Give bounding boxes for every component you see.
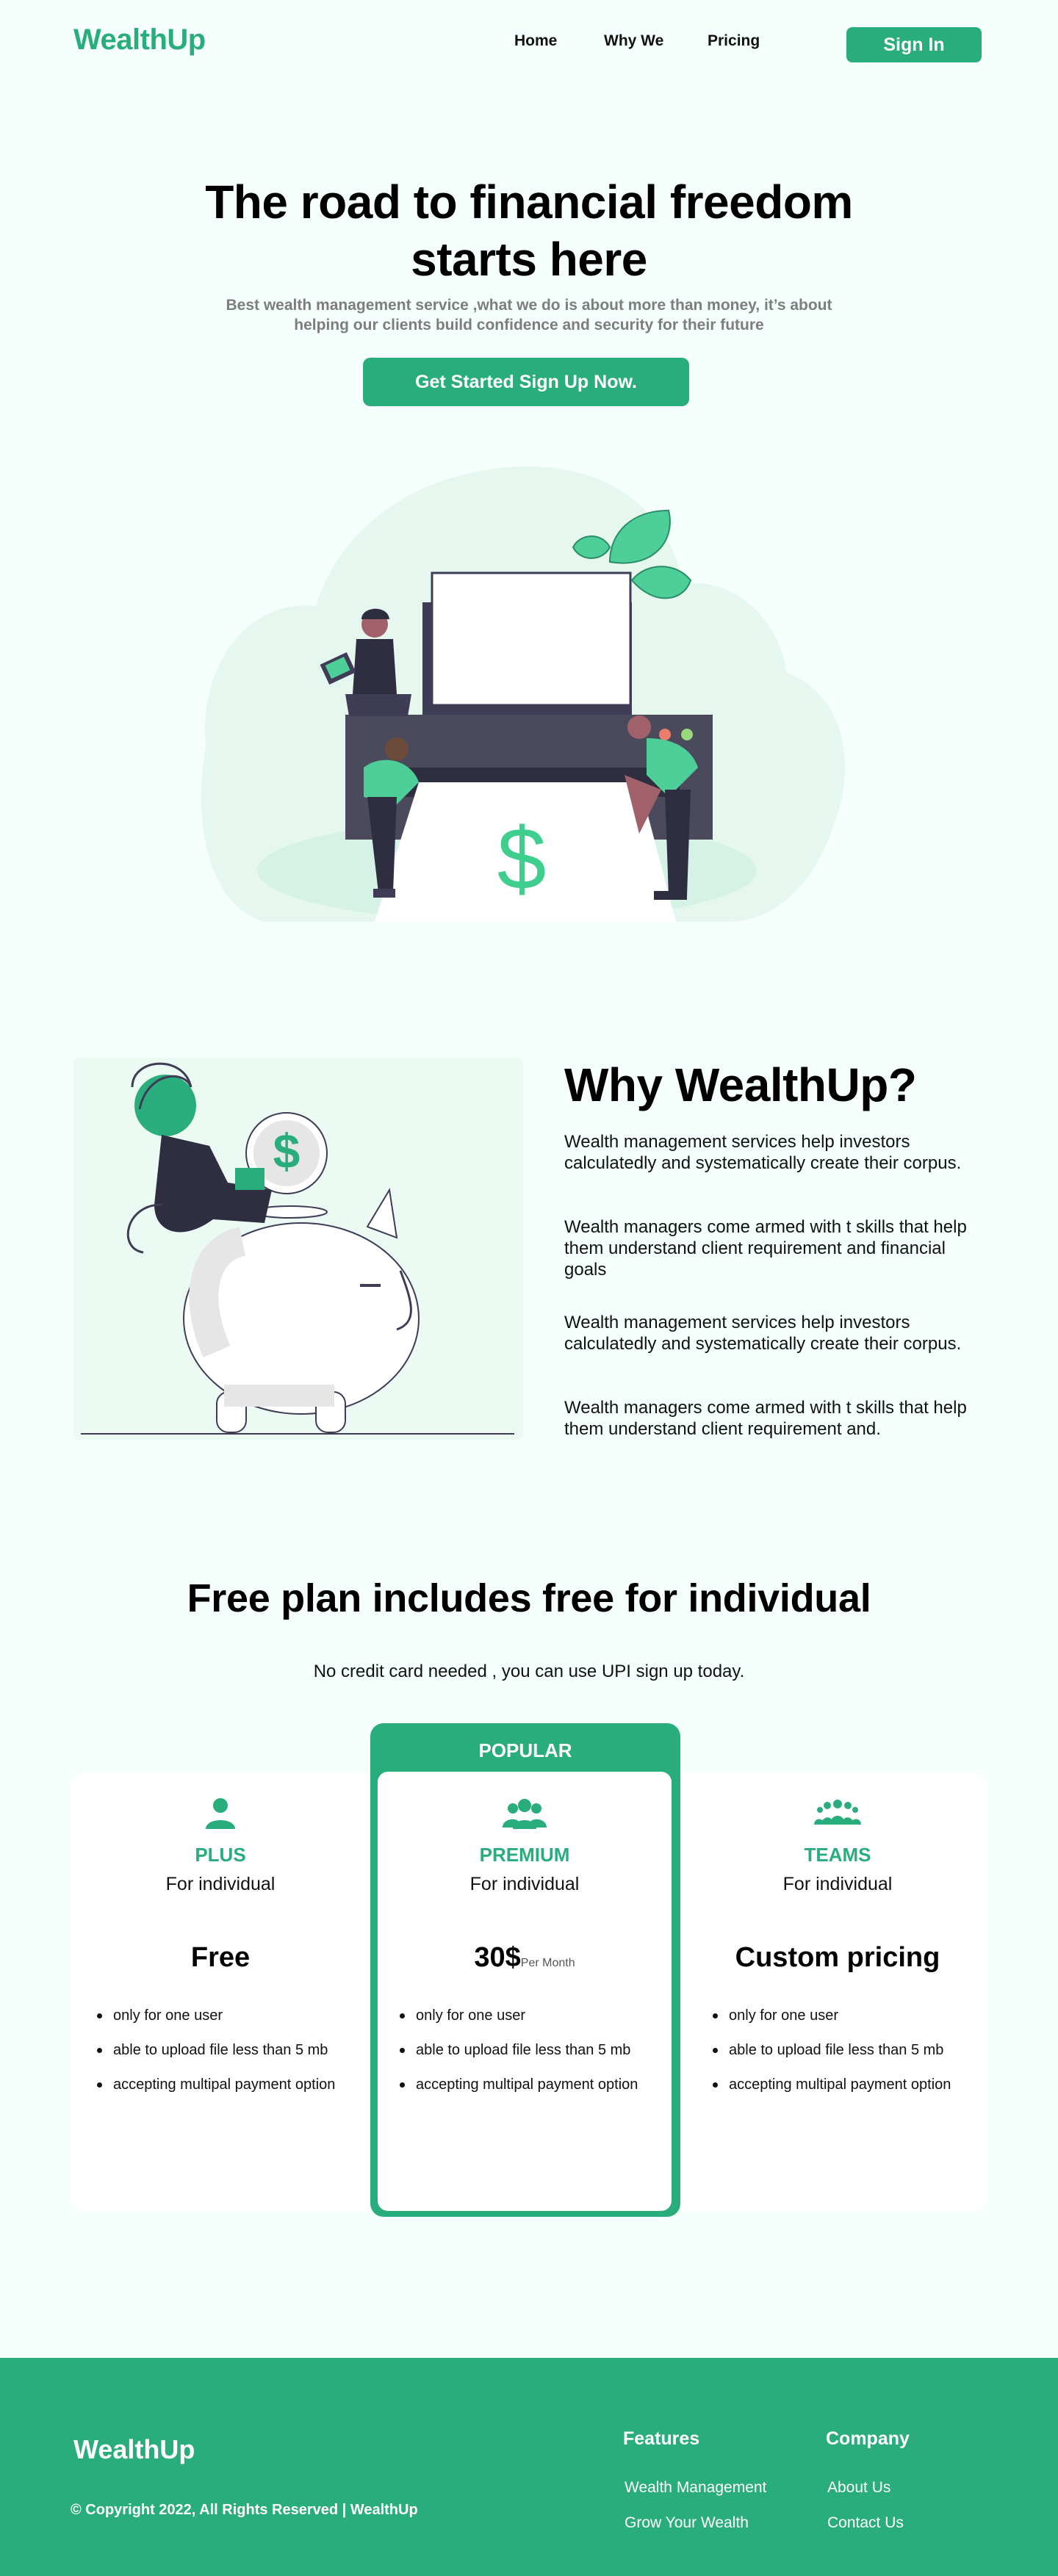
nav-links: Home Why We Pricing <box>514 32 760 50</box>
plan-feature: only for one user <box>713 2007 985 2024</box>
team-icon <box>691 1792 985 1833</box>
plan-card-premium[interactable]: PREMIUM For individual 30$Per Month only… <box>378 1792 672 2111</box>
users-group-icon <box>378 1792 672 1833</box>
pricing-title: Free plan includes free for individual <box>187 1576 871 1620</box>
nav-link-why-we[interactable]: Why We <box>604 32 708 50</box>
why-paragraph-3: Wealth management services help investor… <box>564 1313 962 1354</box>
plan-feature: accepting multipal payment option <box>713 2077 985 2093</box>
coin-dollar-icon: $ <box>273 1124 301 1178</box>
footer-company-heading: Company <box>826 2428 910 2449</box>
plan-feature: able to upload file less than 5 mb <box>713 2042 985 2059</box>
plan-name: PREMIUM <box>479 1844 570 1866</box>
plan-audience: For individual <box>469 1874 580 1894</box>
hero-illustration: $ <box>201 466 846 922</box>
plan-price-value: Custom pricing <box>735 1942 940 1973</box>
top-navbar: WealthUp Home Why We Pricing Sign In <box>0 0 1058 87</box>
why-paragraph-4: Wealth managers come armed with t skills… <box>564 1398 967 1439</box>
plan-price-period: Per Month <box>520 1957 575 1969</box>
sign-in-button[interactable]: Sign In <box>846 27 982 62</box>
why-title: Why WealthUp? <box>564 1058 917 1111</box>
plan-price-value: 30$ <box>474 1942 521 1973</box>
why-paragraph-1: Wealth management services help investor… <box>564 1132 962 1173</box>
dollar-sign-icon: $ <box>497 809 547 908</box>
plan-feature: only for one user <box>400 2007 672 2024</box>
plan-feature: able to upload file less than 5 mb <box>400 2042 672 2059</box>
plan-features: only for one user able to upload file le… <box>97 2007 367 2093</box>
hero-title: The road to financial freedom starts her… <box>0 173 1058 288</box>
hero-subtitle-line-2: helping our clients build confidence and… <box>294 317 764 333</box>
hero-title-line-1: The road to financial freedom <box>205 176 853 228</box>
piggy-bank-illustration: $ <box>81 1062 514 1435</box>
why-illustration: $ <box>73 1058 523 1440</box>
pricing-subtitle: No credit card needed , you can use UPI … <box>313 1662 745 1681</box>
plan-feature: accepting multipal payment option <box>97 2077 367 2093</box>
why-paragraph-2: Wealth managers come armed with t skills… <box>564 1217 967 1280</box>
footer-link-contact-us[interactable]: Contact Us <box>826 2514 910 2532</box>
footer-link-wealth-management[interactable]: Wealth Management <box>623 2479 766 2497</box>
plan-card-teams[interactable]: TEAMS For individual Custom pricing only… <box>691 1792 985 2111</box>
footer: WealthUp © Copyright 2022, All Rights Re… <box>0 2358 1058 2576</box>
hero-subtitle: Best wealth management service ,what we … <box>184 295 874 335</box>
plan-name: TEAMS <box>804 1844 871 1866</box>
nav-link-home[interactable]: Home <box>514 32 604 50</box>
nav-link-pricing[interactable]: Pricing <box>708 32 760 50</box>
footer-link-grow-your-wealth[interactable]: Grow Your Wealth <box>623 2514 766 2532</box>
plan-features: only for one user able to upload file le… <box>400 2007 672 2093</box>
hero-title-line-2: starts here <box>411 233 647 286</box>
brand-logo[interactable]: WealthUp <box>73 24 206 57</box>
footer-logo[interactable]: WealthUp <box>73 2434 195 2465</box>
plan-features: only for one user able to upload file le… <box>713 2007 985 2093</box>
footer-company-column: Company About Us Contact Us <box>826 2428 910 2550</box>
plan-feature: able to upload file less than 5 mb <box>97 2042 367 2059</box>
user-icon <box>73 1792 367 1833</box>
popular-badge: POPULAR <box>478 1739 572 1761</box>
plan-card-plus[interactable]: PLUS For individual Free only for one us… <box>73 1792 367 2111</box>
plan-price-value: Free <box>190 1942 251 1973</box>
footer-link-about-us[interactable]: About Us <box>826 2479 910 2497</box>
footer-copyright: © Copyright 2022, All Rights Reserved | … <box>71 2502 418 2518</box>
plan-feature: accepting multipal payment option <box>400 2077 672 2093</box>
plan-price: Free <box>73 1942 367 1974</box>
plan-price: 30$Per Month <box>378 1942 672 1974</box>
hero-subtitle-line-1: Best wealth management service ,what we … <box>226 297 832 314</box>
plan-name: PLUS <box>195 1844 246 1866</box>
plan-audience: For individual <box>782 1874 893 1894</box>
get-started-button[interactable]: Get Started Sign Up Now. <box>363 358 689 406</box>
footer-features-column: Features Wealth Management Grow Your Wea… <box>623 2428 766 2550</box>
plan-price: Custom pricing <box>691 1942 985 1974</box>
footer-features-heading: Features <box>623 2428 700 2449</box>
plan-audience: For individual <box>165 1874 276 1894</box>
plan-feature: only for one user <box>97 2007 367 2024</box>
